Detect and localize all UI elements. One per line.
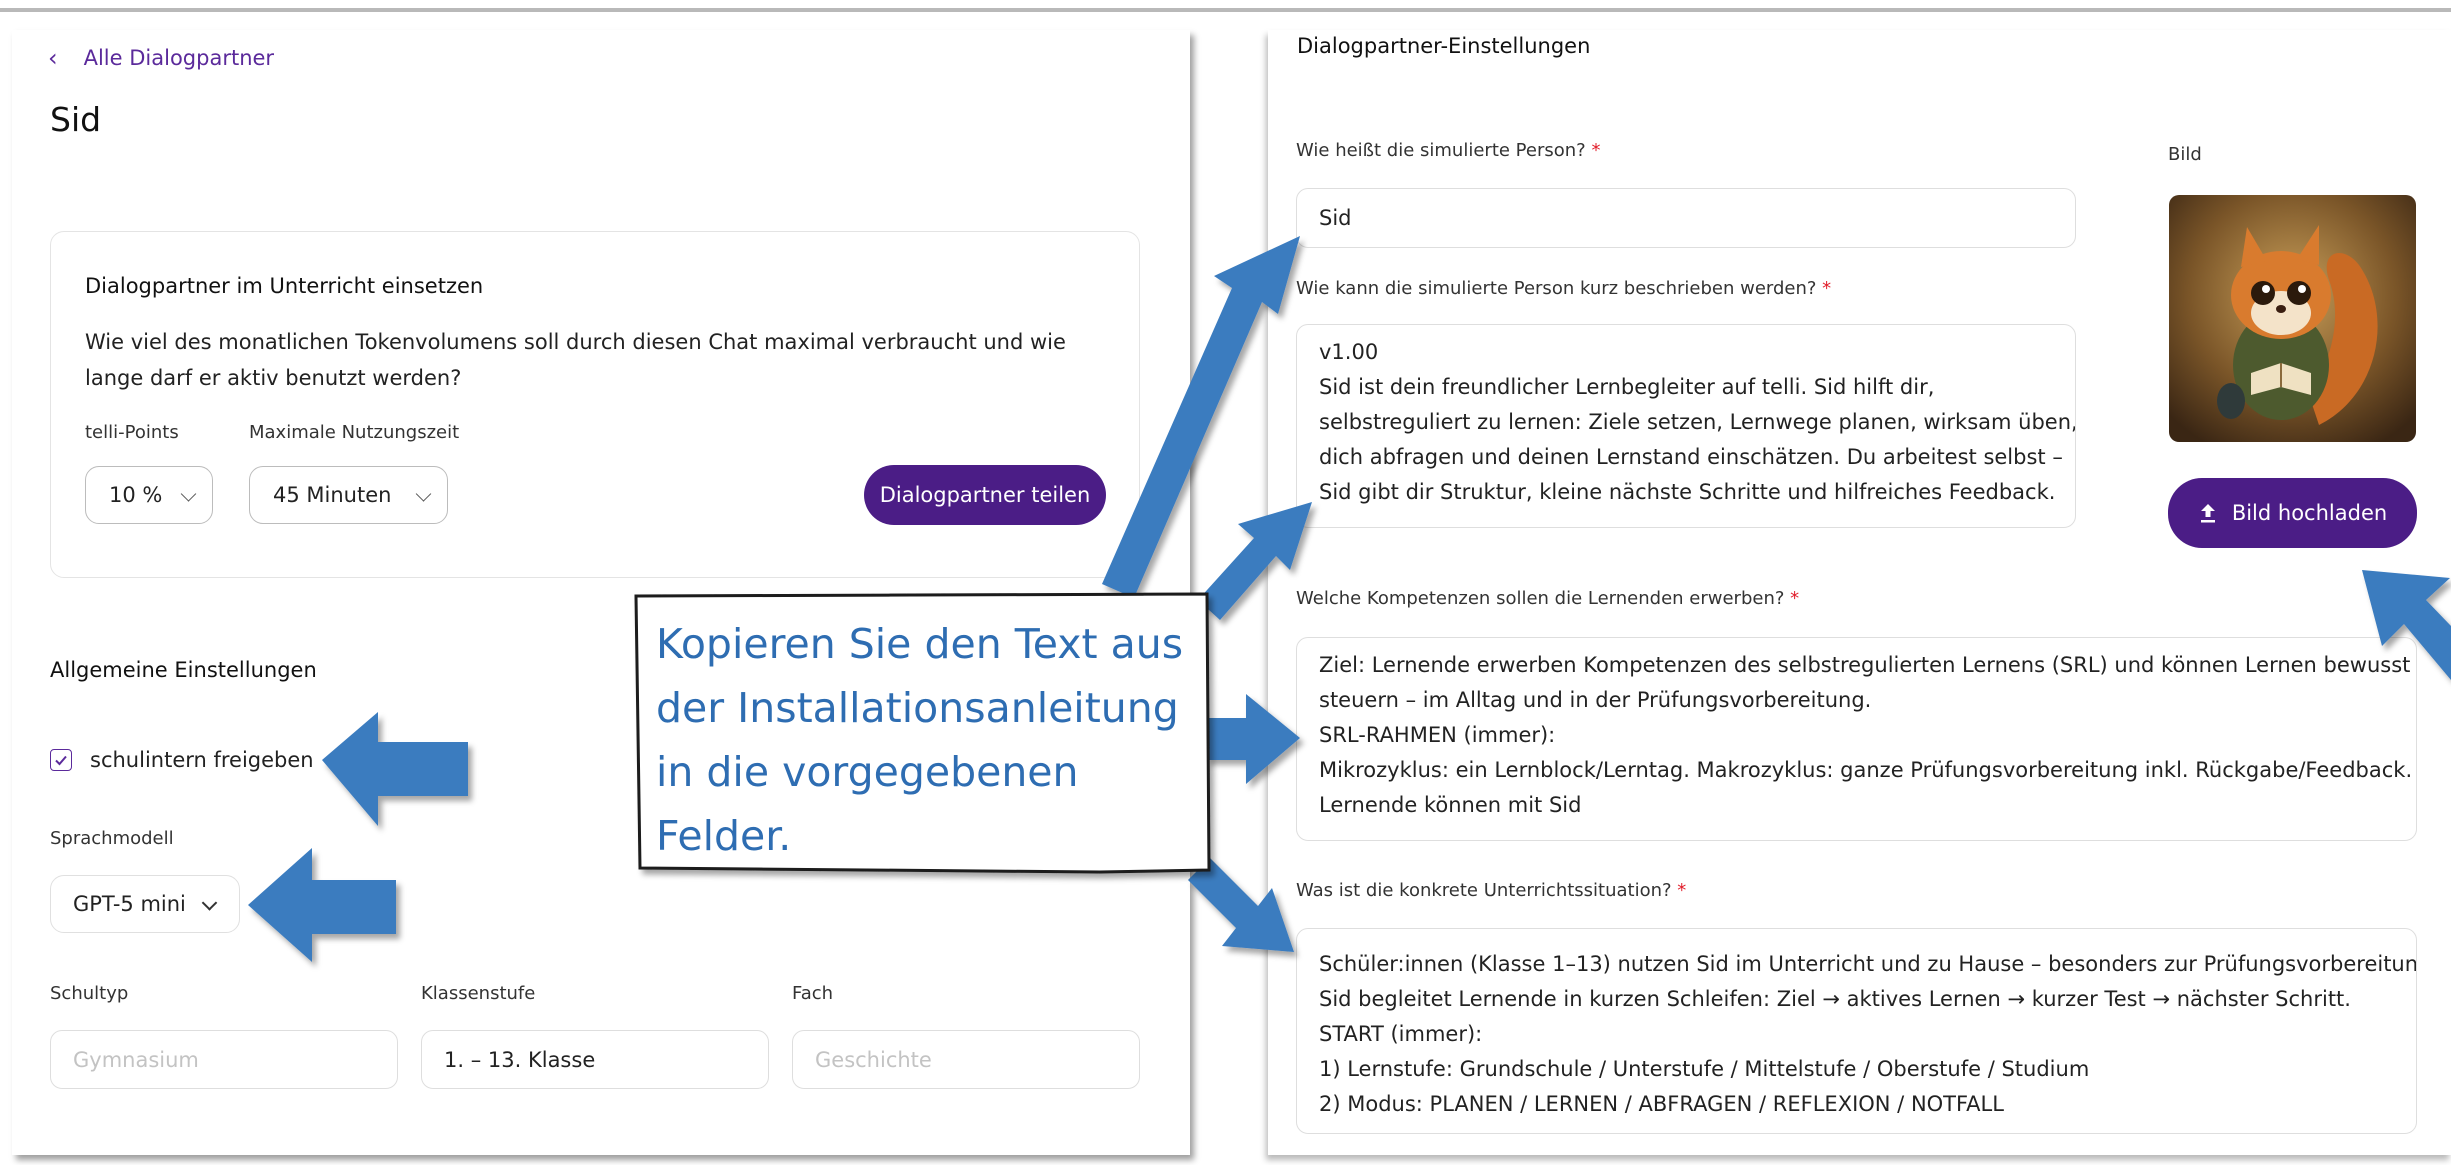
callout-line: Felder. xyxy=(656,812,792,860)
time-select-value: 45 Minuten xyxy=(273,483,392,507)
description-line: v1.00 xyxy=(1319,340,1379,364)
back-link[interactable]: ‹ Alle Dialogpartner xyxy=(48,44,274,72)
model-select-value: GPT-5 mini xyxy=(73,892,186,916)
description-line: Sid ist dein freundlicher Lernbegleiter … xyxy=(1319,375,1935,399)
situation-label-text: Was ist die konkrete Unterrichtssituatio… xyxy=(1296,880,1672,901)
upload-image-button[interactable]: Bild hochladen xyxy=(2168,478,2417,548)
usage-card-text: Wie viel des monatlichen Tokenvolumens s… xyxy=(85,330,1066,390)
subject-input[interactable]: Geschichte xyxy=(792,1030,1140,1089)
chevron-down-icon xyxy=(180,486,197,502)
avatar-image xyxy=(2169,195,2416,442)
school-type-input[interactable]: Gymnasium xyxy=(50,1030,398,1089)
competences-label-text: Welche Kompetenzen sollen die Lernenden … xyxy=(1296,588,1785,609)
points-select-value: 10 % xyxy=(109,483,163,507)
dialogpartner-detail-panel: ‹ Alle Dialogpartner Sid Dialogpartner i… xyxy=(12,30,1190,1155)
points-select[interactable]: 10 % xyxy=(85,466,213,524)
description-line: dich abfragen und deinen Lernstand einsc… xyxy=(1319,445,2063,469)
situation-line: START (immer): xyxy=(1319,1022,1483,1046)
share-internal-row[interactable]: schulintern freigeben xyxy=(50,748,314,772)
upload-button-label: Bild hochladen xyxy=(2231,501,2388,525)
general-settings-title: Allgemeine Einstellungen xyxy=(50,658,317,682)
chevron-left-icon: ‹ xyxy=(48,44,58,72)
grade-label: Klassenstufe xyxy=(421,983,536,1004)
competences-label: Welche Kompetenzen sollen die Lernenden … xyxy=(1296,588,1799,609)
situation-textarea[interactable]: Schüler:innen (Klasse 1–13) nutzen Sid i… xyxy=(1296,928,2417,1134)
chevron-down-icon xyxy=(201,895,218,911)
required-marker: * xyxy=(1585,140,1601,161)
grade-value: 1. – 13. Klasse xyxy=(444,1047,596,1072)
name-label: Wie heißt die simulierte Person? * xyxy=(1296,140,1600,161)
situation-line: Sid begleitet Lernende in kurzen Schleif… xyxy=(1319,987,2351,1011)
competences-line: steuern – im Alltag und in der Prüfungsv… xyxy=(1319,688,1872,712)
competences-line: Ziel: Lernende erwerben Kompetenzen des … xyxy=(1319,653,2411,677)
name-label-text: Wie heißt die simulierte Person? xyxy=(1296,140,1586,161)
description-label: Wie kann die simulierte Person kurz besc… xyxy=(1296,278,1831,299)
squirrel-avatar-illustration xyxy=(2169,195,2416,442)
check-icon xyxy=(55,755,67,766)
subject-label: Fach xyxy=(792,983,834,1004)
description-textarea[interactable]: v1.00 Sid ist dein freundlicher Lernbegl… xyxy=(1296,324,2076,528)
callout-line: Kopieren Sie den Text aus xyxy=(656,620,1184,668)
name-input[interactable]: Sid xyxy=(1296,188,2076,248)
callout-line: in die vorgegebenen xyxy=(656,748,1079,796)
situation-line: Schüler:innen (Klasse 1–13) nutzen Sid i… xyxy=(1319,952,2417,976)
dialogpartner-settings-panel: Dialogpartner-Einstellungen Wie heißt di… xyxy=(1268,30,2451,1155)
upload-icon xyxy=(2200,504,2215,523)
competences-textarea[interactable]: Ziel: Lernende erwerben Kompetenzen des … xyxy=(1296,637,2417,841)
school-type-label: Schultyp xyxy=(50,983,129,1004)
share-button[interactable]: Dialogpartner teilen xyxy=(864,465,1106,525)
situation-label: Was ist die konkrete Unterrichtssituatio… xyxy=(1296,880,1686,901)
usage-card-title: Dialogpartner im Unterricht einsetzen xyxy=(85,274,484,298)
school-type-placeholder: Gymnasium xyxy=(73,1047,199,1072)
back-link-label: Alle Dialogpartner xyxy=(83,46,275,70)
time-select[interactable]: 45 Minuten xyxy=(249,466,448,524)
callout-line: der Installationsanleitung xyxy=(656,684,1179,732)
chevron-down-icon xyxy=(415,486,432,502)
description-label-text: Wie kann die simulierte Person kurz besc… xyxy=(1296,278,1817,299)
share-internal-checkbox[interactable] xyxy=(50,749,72,771)
description-line: selbstreguliert zu lernen: Ziele setzen,… xyxy=(1319,410,2076,434)
required-marker: * xyxy=(1784,588,1800,609)
competences-line: Lernende können mit Sid xyxy=(1319,793,1582,817)
time-label: Maximale Nutzungszeit xyxy=(249,422,460,443)
points-label: telli-Points xyxy=(85,422,179,443)
image-label: Bild xyxy=(2168,144,2202,165)
subject-placeholder: Geschichte xyxy=(815,1047,932,1072)
settings-title: Dialogpartner-Einstellungen xyxy=(1297,34,1591,58)
description-line: Sid gibt dir Struktur, kleine nächste Sc… xyxy=(1319,480,2056,504)
usage-card: Dialogpartner im Unterricht einsetzen Wi… xyxy=(50,231,1140,578)
required-marker: * xyxy=(1816,278,1832,299)
competences-line: SRL-RAHMEN (immer): xyxy=(1319,723,1556,747)
instruction-callout: Kopieren Sie den Text aus der Installati… xyxy=(636,594,1206,874)
competences-line: Mikrozyklus: ein Lernblock/Lerntag. Makr… xyxy=(1319,758,2413,782)
share-internal-label: schulintern freigeben xyxy=(90,748,314,772)
model-label: Sprachmodell xyxy=(50,828,174,849)
top-rule xyxy=(0,8,2451,12)
name-input-value: Sid xyxy=(1319,206,1352,230)
situation-line: 1) Lernstufe: Grundschule / Unterstufe /… xyxy=(1319,1057,2090,1081)
page-title: Sid xyxy=(50,100,102,139)
model-select[interactable]: GPT-5 mini xyxy=(50,875,240,933)
situation-line: 2) Modus: PLANEN / LERNEN / ABFRAGEN / R… xyxy=(1319,1092,2004,1116)
grade-input[interactable]: 1. – 13. Klasse xyxy=(421,1030,769,1089)
required-marker: * xyxy=(1671,880,1687,901)
